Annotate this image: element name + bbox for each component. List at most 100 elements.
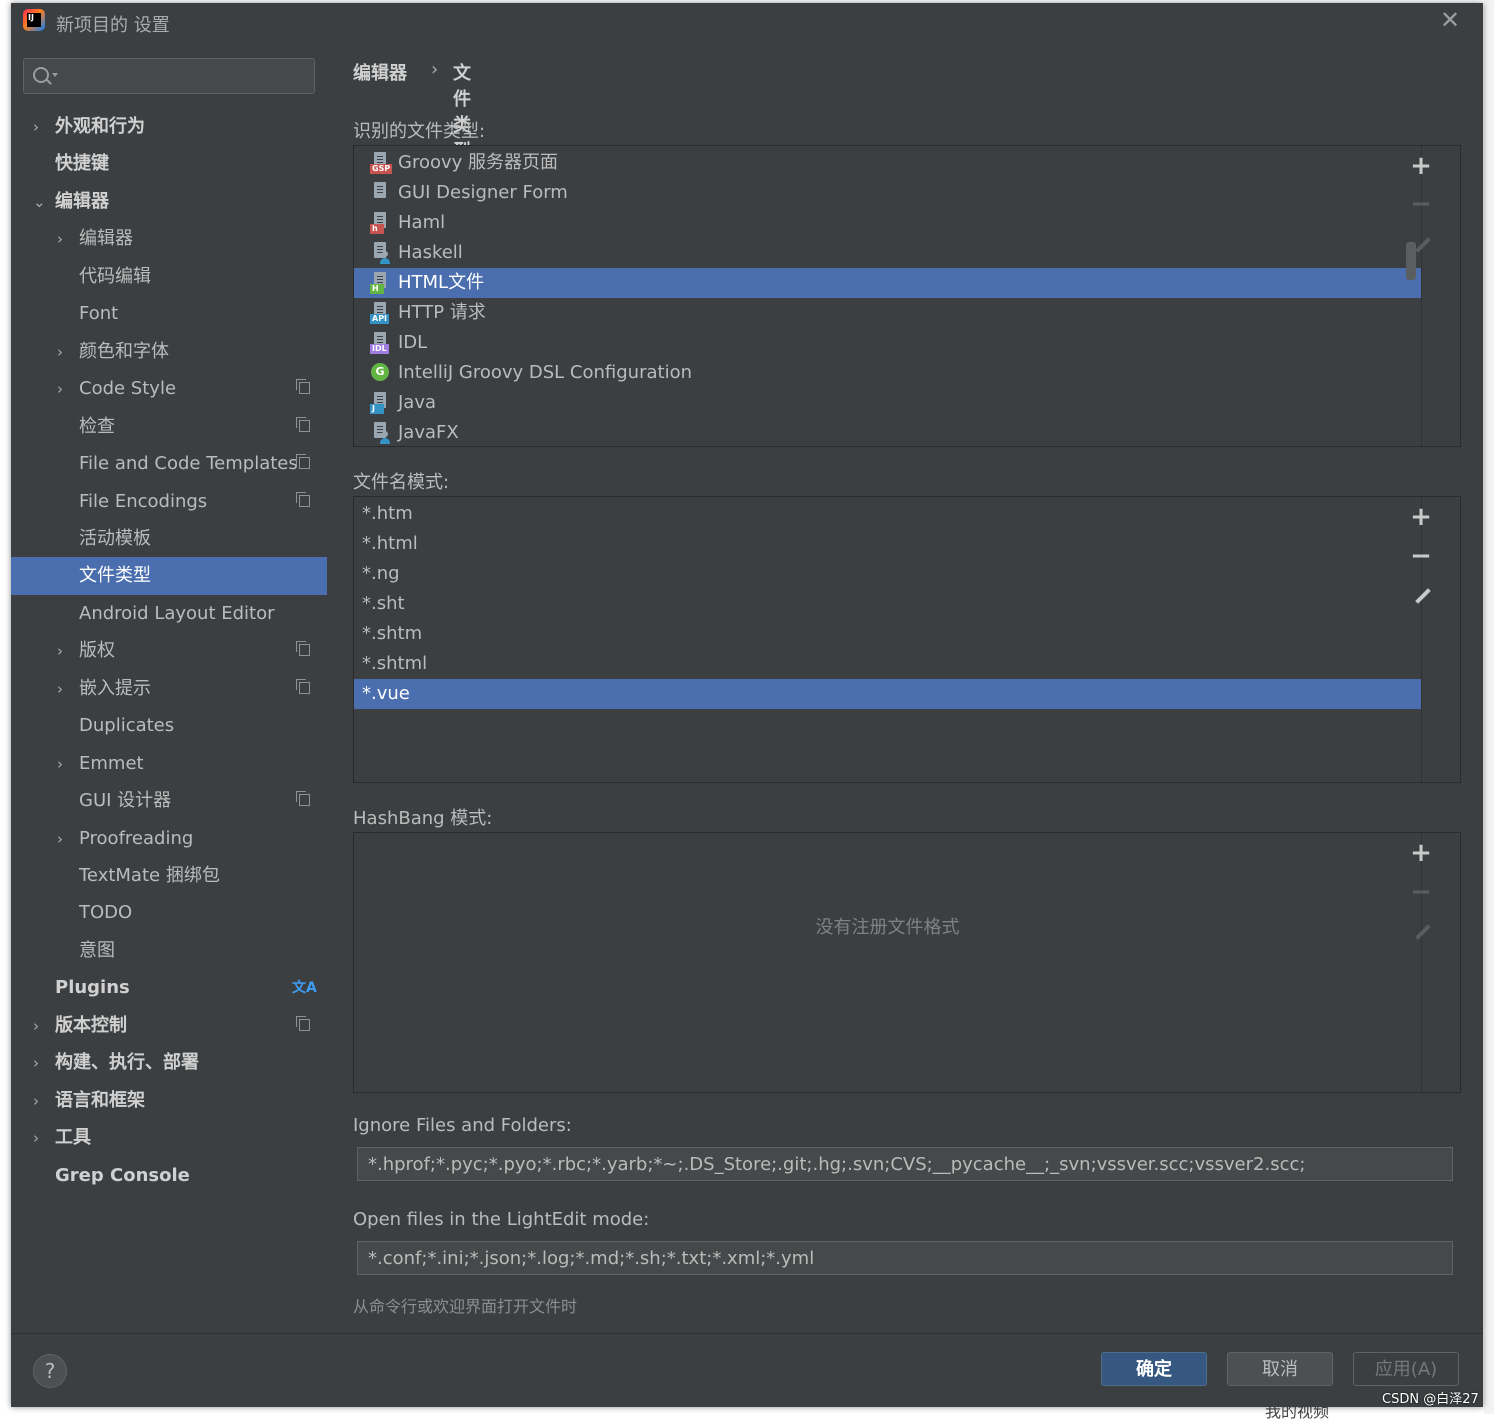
sidebar-item-label: TODO (79, 902, 133, 923)
sidebar-item-label: Android Layout Editor (79, 603, 275, 624)
sidebar-item[interactable]: Duplicates (11, 707, 327, 745)
chevron-right-icon[interactable]: › (33, 108, 45, 146)
file-type-row[interactable]: h Haml (354, 208, 1421, 238)
file-type-row[interactable]: Haskell (354, 238, 1421, 268)
pattern-row[interactable]: *.ng (354, 559, 1421, 589)
add-pattern-button[interactable]: + (1410, 504, 1432, 530)
sidebar-item[interactable]: › 语言和框架 (11, 1082, 327, 1120)
add-hashbang-button[interactable]: + (1410, 840, 1432, 866)
apply-button[interactable]: 应用(A) (1353, 1352, 1459, 1386)
cancel-button[interactable]: 取消 (1227, 1352, 1333, 1386)
sidebar-item[interactable]: 快捷键 (11, 145, 327, 183)
sidebar-item[interactable]: 意图 (11, 932, 327, 970)
sidebar-item[interactable]: › 版权 (11, 632, 327, 670)
sidebar-item[interactable]: 活动模板 (11, 520, 327, 558)
sidebar-item[interactable]: 检查 (11, 408, 327, 446)
sidebar-item-label: GUI 设计器 (79, 790, 172, 811)
sidebar-item[interactable]: › 构建、执行、部署 (11, 1044, 327, 1082)
sidebar-item[interactable]: › 嵌入提示 (11, 670, 327, 708)
sidebar-item[interactable]: Android Layout Editor (11, 595, 327, 633)
chevron-right-icon[interactable]: › (33, 1044, 45, 1082)
pattern-row[interactable]: *.htm (354, 499, 1421, 529)
breadcrumb-parent[interactable]: 编辑器 (353, 63, 407, 84)
sidebar-item[interactable]: Font (11, 295, 327, 333)
help-button[interactable]: ? (33, 1354, 67, 1388)
file-type-row[interactable]: JavaFX (354, 418, 1421, 446)
sidebar-item[interactable]: › Code Style (11, 370, 327, 408)
hashbang-patterns-list[interactable]: 没有注册文件格式 (353, 832, 1461, 1093)
chevron-right-icon[interactable]: › (57, 670, 69, 708)
chevron-right-icon[interactable]: › (57, 745, 69, 783)
sidebar-item[interactable]: › Proofreading (11, 820, 327, 858)
sidebar-item-label: 检查 (79, 416, 115, 437)
sidebar-item[interactable]: File Encodings (11, 483, 327, 521)
empty-list-text: 没有注册文件格式 (815, 917, 960, 938)
file-type-row[interactable]: API HTTP 请求 (354, 298, 1421, 328)
sidebar-item[interactable]: › 工具 (11, 1119, 327, 1157)
sidebar-item-label: Proofreading (79, 828, 194, 849)
file-name-patterns-list[interactable]: *.htm *.html *.ng *.sht *.shtm *.shtml *.vue (353, 496, 1461, 783)
chevron-right-icon[interactable]: › (57, 370, 69, 408)
sidebar-item[interactable]: › 外观和行为 (11, 108, 327, 146)
sidebar-item-label: Duplicates (79, 715, 175, 736)
sidebar-item[interactable]: › Emmet (11, 745, 327, 783)
chevron-right-icon[interactable]: › (33, 1007, 45, 1045)
sidebar-item-label: 版权 (79, 640, 115, 661)
remove-hashbang-button[interactable]: − (1410, 879, 1432, 905)
remove-file-type-button[interactable]: − (1410, 191, 1432, 217)
watermark: CSDN @白泽27 (1382, 1392, 1479, 1407)
sidebar-item-label: 工具 (55, 1127, 91, 1148)
pattern-row[interactable]: *.vue (354, 679, 1421, 709)
remove-pattern-button[interactable]: − (1410, 543, 1432, 569)
file-type-row[interactable]: GSP Groovy 服务器页面 (354, 148, 1421, 178)
add-file-type-button[interactable]: + (1410, 153, 1432, 179)
file-type-row[interactable]: G IntelliJ Groovy DSL Configuration (354, 358, 1421, 388)
file-type-label: Haml (398, 212, 446, 233)
settings-search-input[interactable] (23, 58, 315, 94)
file-type-row[interactable]: H HTML文件 (354, 268, 1421, 298)
close-icon[interactable]: ✕ (1437, 7, 1463, 33)
list-scrollbar[interactable] (1406, 242, 1416, 280)
sidebar-item[interactable]: › 版本控制 (11, 1007, 327, 1045)
file-type-label: IDL (398, 332, 428, 353)
chevron-right-icon[interactable]: › (33, 1119, 45, 1157)
project-scope-icon (296, 454, 310, 469)
sidebar-item[interactable]: Plugins 文A (11, 969, 327, 1007)
sidebar-item-label: 快捷键 (55, 153, 109, 174)
sidebar-item[interactable]: GUI 设计器 (11, 782, 327, 820)
sidebar-item[interactable]: 文件类型 (11, 557, 327, 595)
chevron-right-icon[interactable]: › (57, 820, 69, 858)
search-options-icon[interactable] (52, 73, 58, 77)
project-scope-icon (296, 679, 310, 694)
file-type-row[interactable]: J Java (354, 388, 1421, 418)
sidebar-item[interactable]: TextMate 捆绑包 (11, 857, 327, 895)
chevron-right-icon[interactable]: › (57, 220, 69, 258)
pattern-row[interactable]: *.html (354, 529, 1421, 559)
sidebar-item-label: TextMate 捆绑包 (79, 865, 220, 886)
file-type-label: JavaFX (398, 422, 459, 443)
sidebar-item[interactable]: 代码编辑 (11, 258, 327, 296)
ignore-files-input[interactable]: *.hprof;*.pyc;*.pyo;*.rbc;*.yarb;*~;.DS_… (357, 1147, 1453, 1181)
ok-button[interactable]: 确定 (1101, 1352, 1207, 1386)
chevron-right-icon[interactable]: › (57, 333, 69, 371)
pattern-row[interactable]: *.shtml (354, 649, 1421, 679)
sidebar-item[interactable]: ⌄ 编辑器 (11, 183, 327, 221)
sidebar-item[interactable]: › 编辑器 (11, 220, 327, 258)
chevron-right-icon[interactable]: › (33, 1082, 45, 1120)
sidebar-item[interactable]: TODO (11, 894, 327, 932)
pattern-row[interactable]: *.sht (354, 589, 1421, 619)
file-type-row[interactable]: GUI Designer Form (354, 178, 1421, 208)
chevron-right-icon[interactable]: › (57, 632, 69, 670)
list-toolbar (1421, 833, 1460, 1092)
sidebar-item[interactable]: › 颜色和字体 (11, 333, 327, 371)
pattern-label: *.ng (362, 563, 400, 584)
file-type-row[interactable]: IDL IDL (354, 328, 1421, 358)
file-types-page: 编辑器 › 文件类型 识别的文件类型: GSPGroovy 服务器页面 GUI D… (327, 41, 1483, 1333)
sidebar-item[interactable]: File and Code Templates (11, 445, 327, 483)
recognized-file-types-list[interactable]: GSP Groovy 服务器页面 GUI Designer Form h Haml Has… (353, 145, 1461, 447)
pattern-row[interactable]: *.shtm (354, 619, 1421, 649)
lightedit-patterns-input[interactable]: *.conf;*.ini;*.json;*.log;*.md;*.sh;*.tx… (357, 1241, 1453, 1275)
sidebar-item[interactable]: Grep Console (11, 1157, 327, 1195)
chevron-down-icon[interactable]: ⌄ (33, 183, 46, 221)
intellij-logo-icon: IJ (23, 9, 45, 31)
